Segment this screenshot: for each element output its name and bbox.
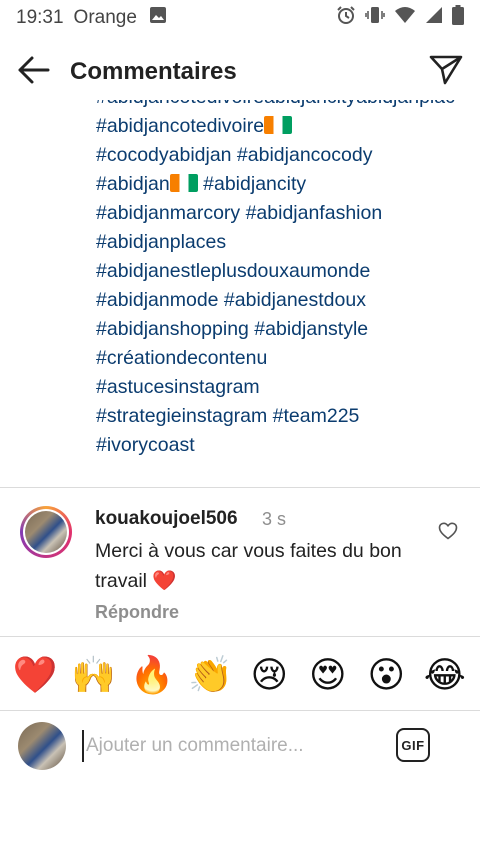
wifi-icon	[394, 6, 416, 30]
reaction-laugh[interactable]: 😂	[419, 653, 471, 697]
comment-input[interactable]	[82, 730, 386, 762]
caption-line[interactable]: #abidjanestleplusdouxaumonde	[96, 257, 456, 286]
heart-outline-icon[interactable]	[438, 522, 458, 545]
caption-line[interactable]: #abidjan #abidjancity	[96, 170, 456, 199]
ivory-coast-flag-icon	[169, 174, 198, 192]
caption-line[interactable]: #abidjancotedivoire	[96, 112, 456, 141]
caption-line[interactable]: #ivorycoast	[96, 431, 456, 460]
caption-partial-line: #abidjancotedivoireabidjancityabidjanpla…	[96, 100, 456, 112]
caption-line[interactable]: #abidjanshopping #abidjanstyle	[96, 315, 456, 344]
comment-item: kouakoujoel506 3 s Merci à vous car vous…	[0, 500, 480, 636]
comment-text: Merci à vous car vous faites du bon trav…	[95, 540, 402, 592]
divider	[0, 487, 480, 488]
post-caption: #abidjancotedivoireabidjancityabidjanpla…	[96, 100, 456, 470]
caption-line[interactable]: #strategieinstagram #team225	[96, 402, 456, 431]
status-bar: 19:31 Orange	[0, 0, 480, 36]
caption-line[interactable]: #créationdecontenu	[96, 344, 456, 373]
app-bar: Commentaires	[0, 44, 480, 100]
caption-line[interactable]: #astucesinstagram	[96, 373, 456, 402]
divider	[0, 710, 480, 711]
send-icon[interactable]	[428, 54, 464, 91]
reaction-heart[interactable]: ❤️	[9, 653, 61, 697]
gif-button[interactable]: GIF	[396, 728, 430, 762]
vibrate-icon	[365, 5, 385, 31]
status-carrier: Orange	[73, 7, 137, 28]
caption-line[interactable]: #abidjanmode #abidjanestdoux	[96, 286, 456, 315]
reaction-heart-eyes[interactable]: 😍	[302, 653, 354, 697]
arrow-left-icon[interactable]	[16, 55, 52, 90]
reaction-fire[interactable]: 🔥	[126, 653, 178, 697]
comment-composer: GIF	[0, 718, 480, 778]
avatar	[18, 722, 66, 770]
caption-line[interactable]: #cocodyabidjan #abidjancocody	[96, 141, 456, 170]
signal-icon	[425, 6, 443, 30]
reaction-wow[interactable]: 😮	[360, 653, 412, 697]
divider	[0, 636, 480, 637]
reaction-raised-hands[interactable]: 🙌	[68, 653, 120, 697]
ivory-coast-flag-icon	[264, 116, 293, 134]
page-title: Commentaires	[70, 58, 237, 85]
image-icon	[149, 6, 167, 30]
comment-username[interactable]: kouakoujoel506	[95, 508, 238, 530]
comment-time: 3 s	[262, 509, 287, 529]
reaction-clap[interactable]: 👏	[185, 653, 237, 697]
reply-button[interactable]: Répondre	[95, 602, 179, 623]
quick-reactions: ❤️ 🙌 🔥 👏 😢 😍 😮 😂	[0, 648, 480, 702]
caption-line[interactable]: #abidjanplaces	[96, 228, 456, 257]
status-time: 19:31	[16, 7, 64, 28]
avatar[interactable]	[20, 506, 72, 558]
caption-line[interactable]: #abidjanmarcory #abidjanfashion	[96, 199, 456, 228]
battery-icon	[452, 5, 464, 31]
reaction-cry[interactable]: 😢	[243, 653, 295, 697]
alarm-icon	[336, 5, 356, 31]
